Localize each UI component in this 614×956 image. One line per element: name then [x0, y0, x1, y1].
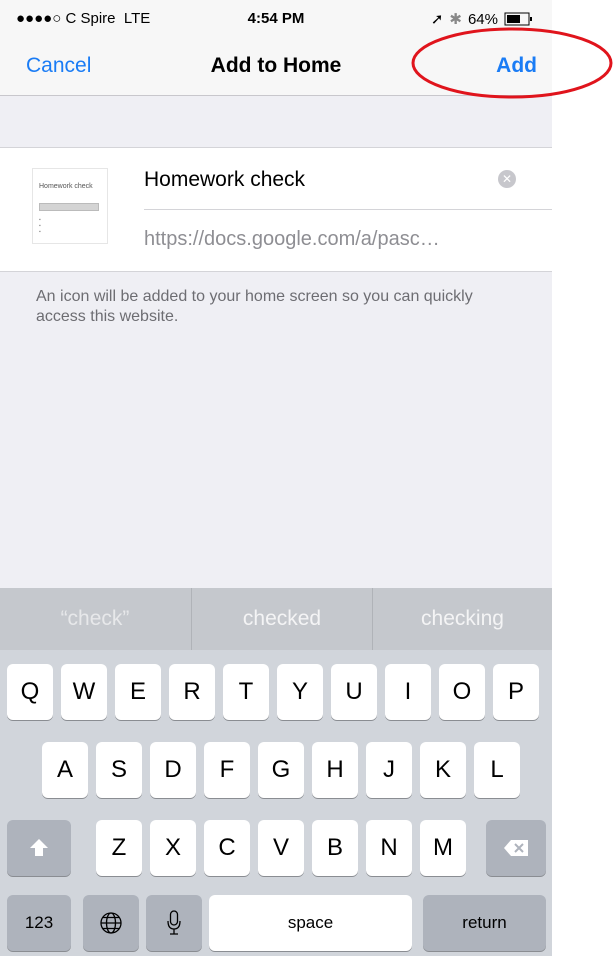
shift-key[interactable]: [7, 820, 71, 876]
key-w[interactable]: W: [61, 664, 107, 720]
key-y[interactable]: Y: [277, 664, 323, 720]
thumbnail-title: Homework check: [39, 183, 93, 190]
navigation-bar: Cancel Add to Home Add: [0, 40, 552, 96]
dictation-key[interactable]: [146, 895, 202, 951]
key-e[interactable]: E: [115, 664, 161, 720]
key-b[interactable]: B: [312, 820, 358, 876]
key-d[interactable]: D: [150, 742, 196, 798]
key-t[interactable]: T: [223, 664, 269, 720]
key-f[interactable]: F: [204, 742, 250, 798]
key-v[interactable]: V: [258, 820, 304, 876]
status-bar: ●●●●○ C Spire LTE 4:54 PM ➚ ✱ 64%: [0, 0, 552, 40]
key-i[interactable]: I: [385, 664, 431, 720]
thumbnail-field: [39, 203, 99, 211]
status-right: ➚ ✱ 64%: [431, 10, 534, 28]
return-key[interactable]: return: [423, 895, 546, 951]
help-text: An icon will be added to your home scree…: [36, 288, 473, 325]
page-title: Add to Home: [210, 54, 342, 77]
key-j[interactable]: J: [366, 742, 412, 798]
key-r[interactable]: R: [169, 664, 215, 720]
suggestion-quoted[interactable]: “check”: [0, 588, 190, 650]
key-m[interactable]: M: [420, 820, 466, 876]
space-key[interactable]: space: [209, 895, 412, 951]
backspace-icon: [504, 840, 528, 856]
add-to-home-card: Homework check ▪▪▪ https://docs.google.c…: [0, 147, 552, 272]
key-g[interactable]: G: [258, 742, 304, 798]
clear-text-icon[interactable]: ✕: [498, 170, 516, 188]
ios-screen: ●●●●○ C Spire LTE 4:54 PM ➚ ✱ 64% Cancel…: [0, 0, 552, 956]
key-x[interactable]: X: [150, 820, 196, 876]
key-z[interactable]: Z: [96, 820, 142, 876]
key-n[interactable]: N: [366, 820, 412, 876]
field-divider: [144, 209, 552, 210]
shift-arrow-icon: [30, 839, 48, 856]
suggestion-checked[interactable]: checked: [192, 588, 372, 650]
globe-key[interactable]: [83, 895, 139, 951]
key-c[interactable]: C: [204, 820, 250, 876]
add-button[interactable]: Add: [496, 54, 537, 78]
globe-icon: [100, 912, 122, 934]
battery-percentage: 64%: [467, 10, 498, 28]
key-u[interactable]: U: [331, 664, 377, 720]
key-o[interactable]: O: [439, 664, 485, 720]
battery-icon: [504, 12, 532, 26]
keyboard: Q W E R T Y U I O P A S D F G H J K L Z …: [0, 650, 552, 956]
delete-key[interactable]: [486, 820, 546, 876]
thumbnail-options: ▪ ▪ ▪: [39, 217, 41, 235]
key-h[interactable]: H: [312, 742, 358, 798]
suggestion-bar: “check” checked checking: [0, 588, 552, 650]
numbers-key[interactable]: 123: [7, 895, 71, 951]
site-thumbnail: Homework check ▪ ▪ ▪: [32, 168, 108, 244]
name-field[interactable]: [144, 160, 484, 200]
key-s[interactable]: S: [96, 742, 142, 798]
suggestion-checking[interactable]: checking: [373, 588, 552, 650]
key-q[interactable]: Q: [7, 664, 53, 720]
key-p[interactable]: P: [493, 664, 539, 720]
key-k[interactable]: K: [420, 742, 466, 798]
url-field: https://docs.google.com/a/pasc…: [144, 228, 440, 250]
bluetooth-icon: ✱: [449, 11, 462, 28]
key-a[interactable]: A: [42, 742, 88, 798]
location-arrow-icon: ➚: [430, 11, 444, 28]
microphone-icon: [167, 910, 181, 935]
key-l[interactable]: L: [474, 742, 520, 798]
